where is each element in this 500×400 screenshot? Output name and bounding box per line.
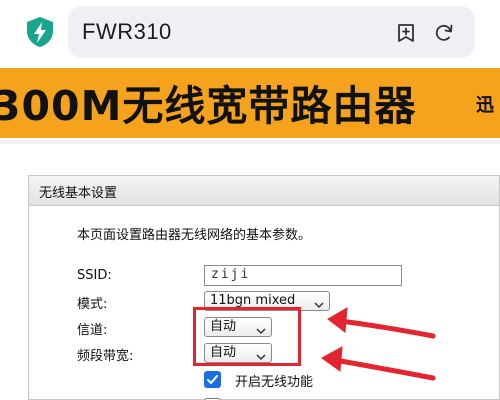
panel-header: 无线基本设置	[29, 176, 499, 206]
panel-title: 无线基本设置	[39, 186, 118, 201]
banner-title: 300M无线宽带路由器	[0, 82, 417, 130]
refresh-icon[interactable]	[433, 22, 455, 44]
checkmark-icon	[207, 375, 218, 384]
ssid-input[interactable]: ziji	[204, 265, 402, 286]
divider	[0, 140, 500, 144]
wireless-enable-label: 开启无线功能	[235, 375, 314, 390]
mode-select-value: 11bgn mixed	[210, 293, 296, 308]
shield-lightning-icon[interactable]	[26, 16, 54, 48]
url-text: FWR310	[82, 19, 172, 44]
banner-subtitle: 迅	[476, 95, 494, 116]
wireless-enable-checkbox[interactable]	[204, 371, 221, 388]
router-banner: 300M无线宽带路由器 迅	[0, 68, 500, 138]
ssid-label: SSID:	[77, 268, 112, 283]
url-field[interactable]: FWR310	[68, 6, 475, 58]
channel-label: 信道:	[77, 323, 108, 338]
wireless-basic-settings-panel: 无线基本设置 本页面设置路由器无线网络的基本参数。 SSID: ziji 模式:…	[28, 175, 500, 400]
highlight-box	[193, 307, 301, 366]
browser-address-bar: FWR310	[0, 0, 500, 68]
add-bookmark-icon[interactable]	[395, 22, 417, 44]
chevron-down-icon	[314, 297, 324, 309]
panel-description: 本页面设置路由器无线网络的基本参数。	[77, 228, 312, 243]
bandwidth-label: 频段带宽:	[77, 349, 134, 364]
mode-label: 模式:	[77, 297, 108, 312]
